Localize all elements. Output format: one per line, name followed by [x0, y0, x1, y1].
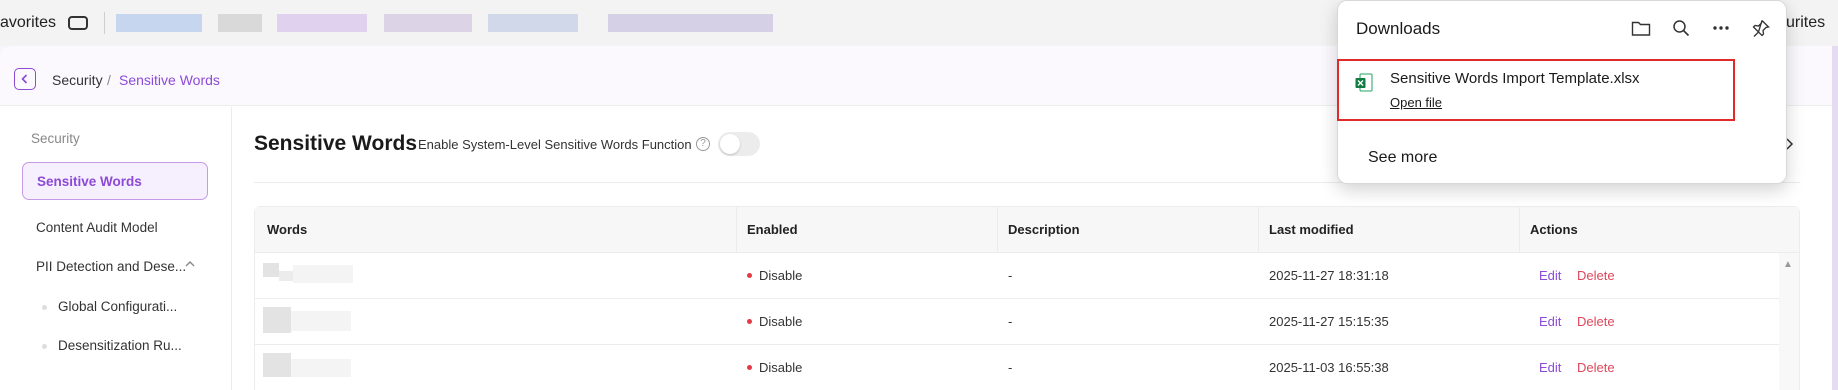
- system-sensitive-words-toggle[interactable]: [718, 132, 760, 156]
- column-header-last-modified: Last modified: [1269, 222, 1354, 237]
- scroll-up-arrow-icon[interactable]: ▲: [1783, 259, 1793, 270]
- status-text: Disable: [759, 360, 803, 375]
- help-icon[interactable]: ?: [696, 137, 710, 151]
- chevron-up-icon[interactable]: [185, 259, 195, 271]
- sub-item-dot: [42, 305, 47, 310]
- status-text: Disable: [759, 268, 803, 283]
- column-header-actions: Actions: [1530, 222, 1578, 237]
- scrollbar[interactable]: [1779, 253, 1799, 390]
- sidebar: Security Sensitive Words Content Audit M…: [0, 107, 232, 390]
- breadcrumb-separator: /: [107, 72, 111, 88]
- download-file-name[interactable]: Sensitive Words Import Template.xlsx: [1390, 70, 1640, 87]
- status-dot: [747, 273, 752, 278]
- redacted-word: [263, 261, 363, 289]
- last-modified-cell: 2025-11-27 18:31:18: [1269, 268, 1389, 283]
- page-title: Sensitive Words: [254, 132, 417, 155]
- delete-link[interactable]: Delete: [1577, 314, 1615, 329]
- breadcrumb-security[interactable]: Security: [52, 72, 103, 88]
- see-more-link[interactable]: See more: [1368, 149, 1437, 167]
- downloads-panel: Downloads Sensitive Words Import Templat…: [1337, 0, 1787, 184]
- excel-file-icon: [1355, 73, 1373, 92]
- sidebar-item-content-audit-model[interactable]: Content Audit Model: [36, 220, 158, 235]
- favorite-link[interactable]: [116, 14, 202, 32]
- highlight-box: [1337, 59, 1735, 121]
- favorites-separator: [104, 12, 105, 34]
- favorites-label-right[interactable]: urites: [1786, 14, 1825, 32]
- favorite-link[interactable]: [277, 14, 367, 32]
- sidebar-group-security: Security: [31, 131, 80, 146]
- search-icon[interactable]: [1668, 15, 1694, 41]
- folder-icon[interactable]: [1628, 15, 1654, 41]
- column-divider: [997, 207, 998, 253]
- redacted-word: [263, 307, 363, 335]
- favorite-link[interactable]: [608, 14, 773, 32]
- sensitive-words-table: Words Enabled Description Last modified …: [254, 206, 1800, 390]
- column-header-description: Description: [1008, 222, 1080, 237]
- favorites-label[interactable]: avorites: [0, 14, 56, 32]
- column-header-words: Words: [267, 222, 308, 237]
- table-row: Disable - 2025-11-03 16:55:38 Edit Delet…: [255, 345, 1799, 390]
- table-row: Disable - 2025-11-27 18:31:18 Edit Delet…: [255, 253, 1799, 299]
- download-item[interactable]: Sensitive Words Import Template.xlsx Ope…: [1337, 59, 1786, 121]
- edit-link[interactable]: Edit: [1539, 360, 1561, 375]
- sidebar-item-sensitive-words[interactable]: Sensitive Words: [22, 162, 208, 200]
- back-button[interactable]: [14, 68, 36, 90]
- last-modified-cell: 2025-11-27 15:15:35: [1269, 314, 1389, 329]
- column-header-enabled: Enabled: [747, 222, 798, 237]
- redacted-word: [263, 353, 363, 381]
- description-cell: -: [1008, 314, 1013, 329]
- last-modified-cell: 2025-11-03 16:55:38: [1269, 360, 1389, 375]
- toggle-knob: [720, 134, 740, 154]
- downloads-toolbar: [1628, 15, 1774, 41]
- edit-link[interactable]: Edit: [1539, 268, 1561, 283]
- toggle-label: Enable System-Level Sensitive Words Func…: [418, 137, 692, 152]
- sidebar-subitem-desensitization-rules[interactable]: Desensitization Ru...: [58, 338, 182, 353]
- favorite-link[interactable]: [384, 14, 472, 32]
- status-text: Disable: [759, 314, 803, 329]
- description-cell: -: [1008, 268, 1013, 283]
- column-divider: [1258, 207, 1259, 253]
- status-dot: [747, 319, 752, 324]
- more-options-icon[interactable]: [1708, 15, 1734, 41]
- table-header: Words Enabled Description Last modified …: [255, 207, 1799, 253]
- description-cell: -: [1008, 360, 1013, 375]
- pin-icon[interactable]: [1748, 15, 1774, 41]
- column-divider: [1519, 207, 1520, 253]
- column-divider: [736, 207, 737, 253]
- table-row: Disable - 2025-11-27 15:15:35 Edit Delet…: [255, 299, 1799, 345]
- breadcrumb-current: Sensitive Words: [119, 72, 220, 88]
- favorite-link[interactable]: [218, 14, 262, 32]
- delete-link[interactable]: Delete: [1577, 268, 1615, 283]
- status-dot: [747, 365, 752, 370]
- chevron-left-icon: [21, 74, 28, 84]
- sub-item-dot: [42, 344, 47, 349]
- sidebar-item-label: Sensitive Words: [37, 174, 142, 189]
- edit-link[interactable]: Edit: [1539, 314, 1561, 329]
- favorite-link[interactable]: [488, 14, 578, 32]
- downloads-title: Downloads: [1356, 19, 1441, 38]
- collections-icon[interactable]: [68, 16, 88, 30]
- sidebar-subitem-global-configuration[interactable]: Global Configurati...: [58, 299, 177, 314]
- open-file-link[interactable]: Open file: [1390, 95, 1442, 110]
- sidebar-item-pii-detection[interactable]: PII Detection and Dese...: [36, 259, 186, 274]
- delete-link[interactable]: Delete: [1577, 360, 1615, 375]
